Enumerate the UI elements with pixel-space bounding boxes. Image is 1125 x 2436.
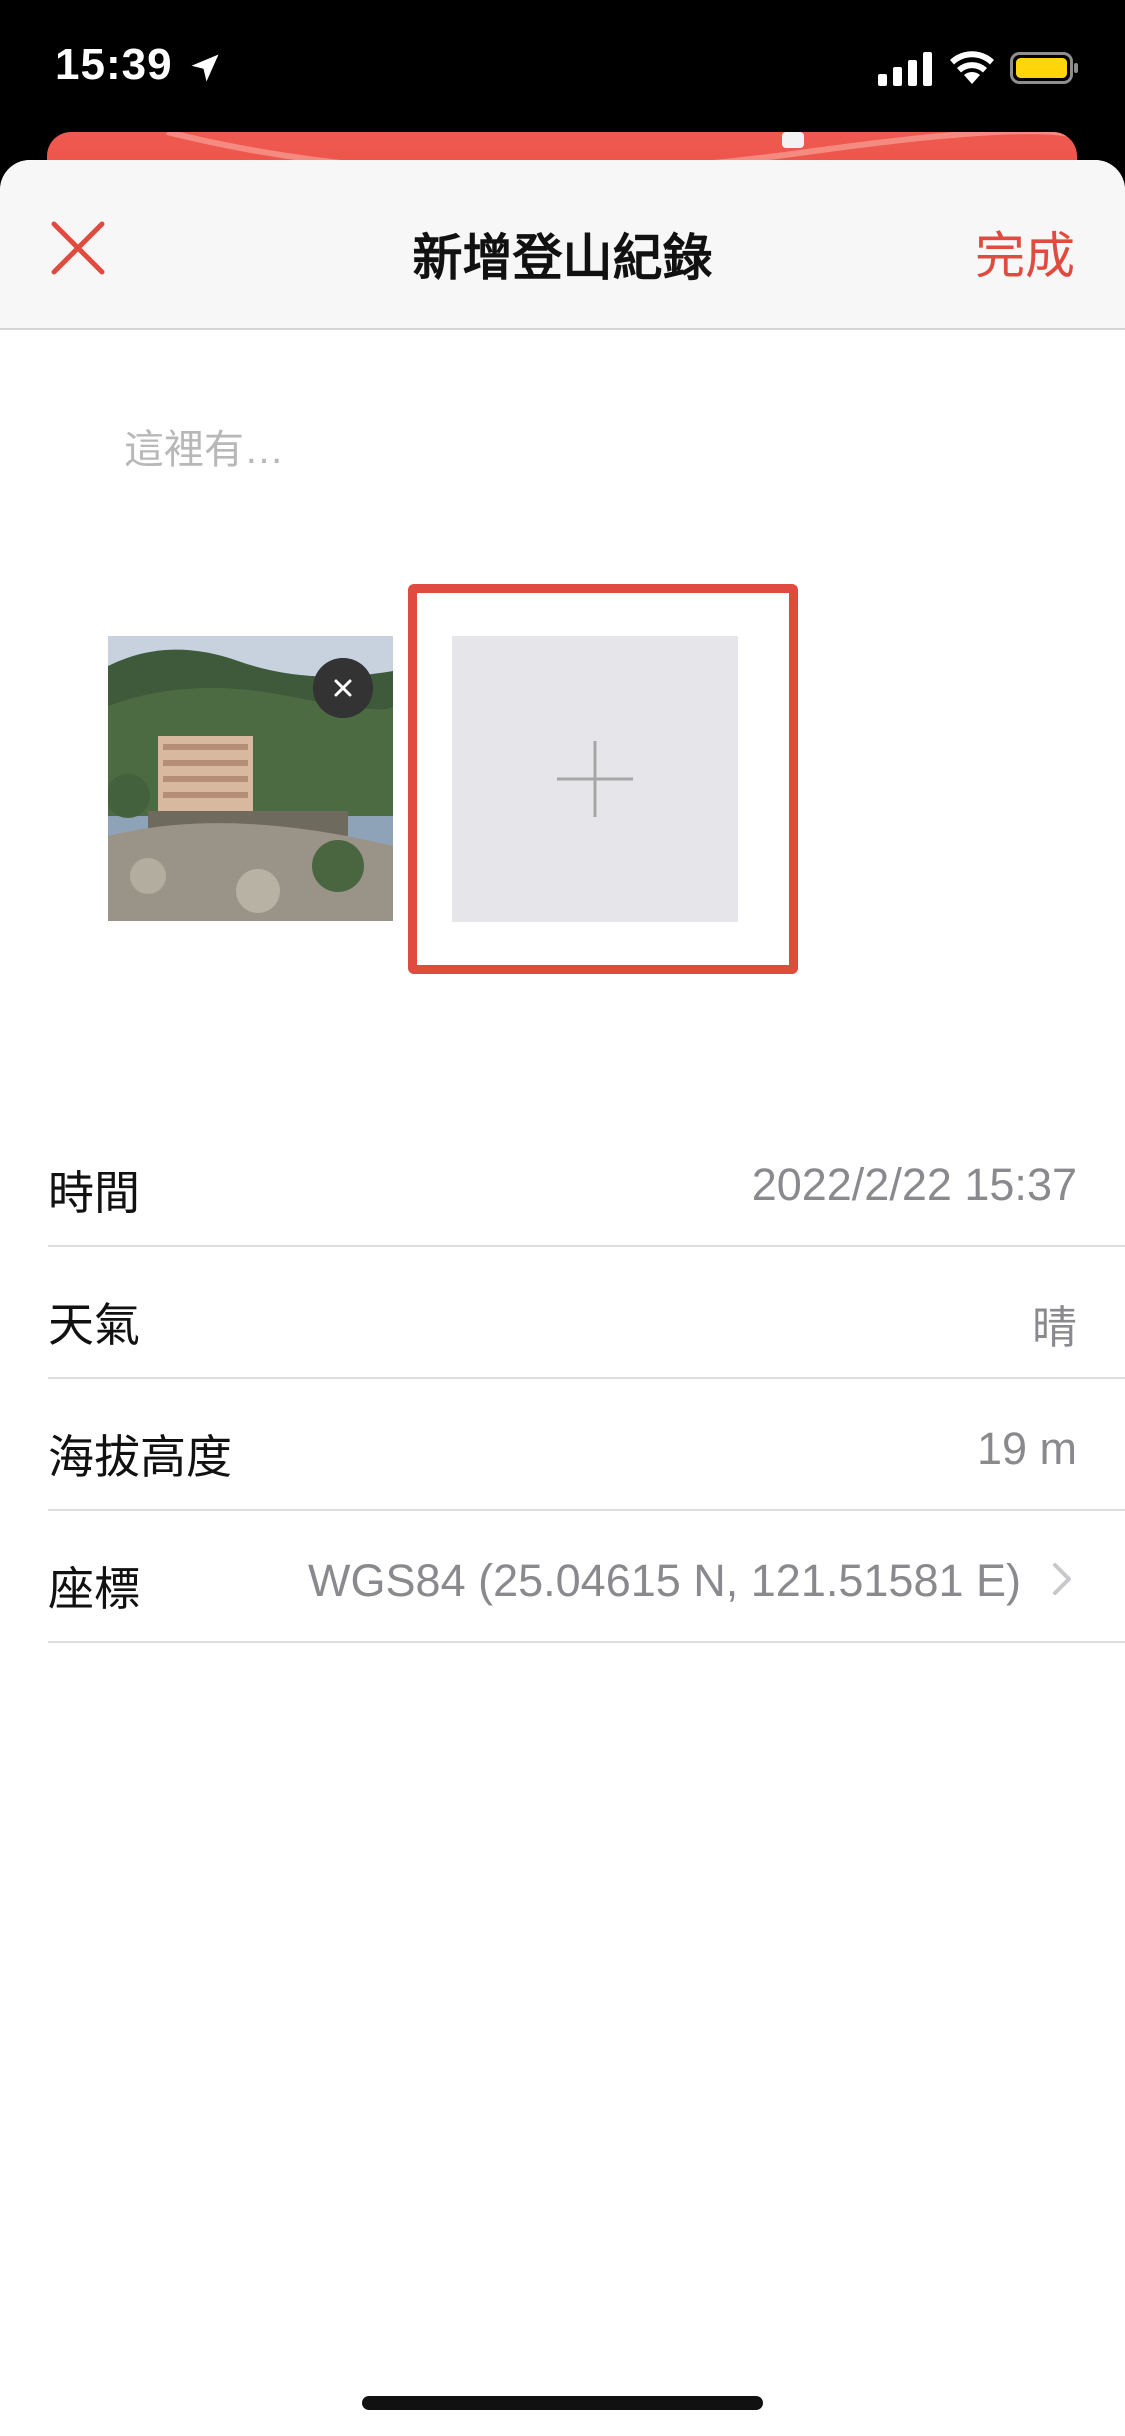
cellular-signal-icon bbox=[878, 52, 932, 86]
plus-icon bbox=[557, 741, 633, 817]
time-value: 2022/2/22 15:37 bbox=[751, 1159, 1077, 1210]
coordinates-row[interactable]: 座標 WGS84 (25.04615 N, 121.51581 E) bbox=[48, 1511, 1125, 1643]
page-title: 新增登山紀錄 bbox=[412, 230, 713, 286]
weather-label: 天氣 bbox=[48, 1299, 140, 1351]
wifi-icon bbox=[950, 51, 994, 84]
chevron-right-icon bbox=[1053, 1563, 1071, 1595]
add-record-sheet: 新增登山紀錄 完成 這裡有… 時間 2022/2/22 15:37 天氣 晴 海… bbox=[0, 160, 1125, 2436]
time-label: 時間 bbox=[48, 1167, 140, 1219]
home-indicator[interactable] bbox=[362, 2396, 763, 2410]
weather-row[interactable]: 天氣 晴 bbox=[48, 1247, 1125, 1379]
info-list: 時間 2022/2/22 15:37 天氣 晴 海拔高度 19 m 座標 WGS… bbox=[0, 1115, 1125, 1643]
altitude-value: 19 m bbox=[976, 1423, 1077, 1474]
add-photo-button[interactable] bbox=[452, 636, 738, 922]
note-input[interactable] bbox=[124, 410, 1024, 490]
weather-value: 晴 bbox=[1031, 1302, 1077, 1353]
navigation-bar: 新增登山紀錄 完成 bbox=[0, 160, 1125, 330]
done-button[interactable]: 完成 bbox=[975, 216, 1075, 288]
status-bar: 15:39 bbox=[0, 0, 1125, 130]
time-row[interactable]: 時間 2022/2/22 15:37 bbox=[48, 1115, 1125, 1247]
altitude-label: 海拔高度 bbox=[48, 1431, 232, 1483]
altitude-row[interactable]: 海拔高度 19 m bbox=[48, 1379, 1125, 1511]
battery-icon bbox=[1010, 52, 1078, 84]
coordinates-value: WGS84 (25.04615 N, 121.51581 E) bbox=[308, 1555, 1021, 1606]
screen: 15:39 新增登山紀錄 完成 這裡有… 時間 2022/2/22 15:37 … bbox=[0, 0, 1125, 2436]
coordinates-label: 座標 bbox=[48, 1563, 140, 1615]
remove-photo-button[interactable] bbox=[313, 658, 373, 718]
location-arrow-icon bbox=[191, 54, 219, 82]
status-time: 15:39 bbox=[55, 40, 173, 89]
